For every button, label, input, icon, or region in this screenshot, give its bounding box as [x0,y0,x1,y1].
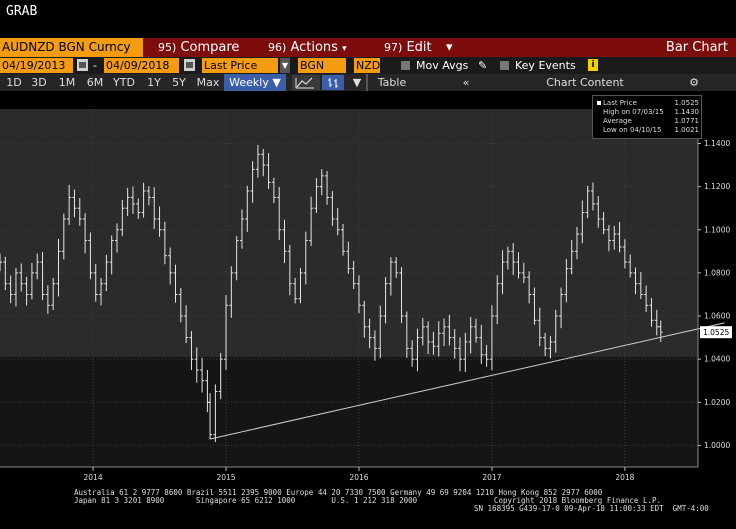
line-chart-icon[interactable] [292,75,320,90]
source-field[interactable]: BGN [298,58,346,73]
mov-avgs-label: Mov Avgs [416,59,469,72]
y-tick-label: 1.0000 [704,441,730,450]
period-3d-button[interactable]: 3D [28,74,50,91]
frequency-select[interactable]: Weekly ▼ [224,74,286,91]
price-field-select[interactable]: Last Price [202,58,278,73]
legend-row-high: High on 07/03/15 1.1430 [597,108,701,117]
legend-value: 1.0021 [674,126,700,134]
chevron-down-icon[interactable]: ▼ [350,74,364,91]
title-bar: GRAB [0,0,736,37]
last-price-marker: 1.0525 [700,326,732,339]
gear-icon[interactable]: ⚙ [684,74,704,91]
currency-field[interactable]: NZD [354,58,380,73]
line-chart-glyph [295,77,314,89]
toolbar-divider [366,74,368,91]
y-tick-label: 1.1000 [704,225,730,234]
legend-label: Low on 04/10/15 [603,126,662,134]
calendar-icon[interactable] [77,59,88,71]
frequency-label: Weekly [229,76,269,89]
chart-area: 1.0000 1.0200 1.0400 1.0600 1.0800 1.1000 1.12… [0,91,736,529]
date-separator: - [93,59,97,72]
key-events-checkbox[interactable] [500,61,509,70]
x-tick-label: 2017 [482,473,501,482]
legend-row-average: Average 1.0771 [597,117,701,126]
y-tick-label: 1.1200 [704,182,730,191]
legend-row-low: Low on 04/10/15 1.0021 [597,126,701,135]
period-1m-button[interactable]: 1M [55,74,79,91]
compare-number: 95) [158,41,177,54]
chart-legend: Last Price 1.0525 High on 07/03/15 1.143… [592,95,702,139]
period-5y-button[interactable]: 5Y [168,74,190,91]
y-tick-label: 1.1400 [704,139,730,148]
pencil-icon[interactable]: ✎ [478,58,487,73]
plot-background-upper [0,109,698,358]
period-1y-button[interactable]: 1Y [143,74,165,91]
key-events-label: Key Events [515,59,576,72]
end-date-field[interactable]: 04/09/2018 [104,58,179,73]
footer: Australia 61 2 9777 8600 Brazil 5511 239… [0,488,736,529]
chart-type-label: Bar Chart [665,40,728,55]
legend-label: Last Price [603,99,637,107]
start-date-field[interactable]: 04/19/2013 [0,58,73,73]
plot-background-lower [0,357,698,467]
footer-line-3: SN 168395 G439-17-0 09-Apr-18 11:00:33 E… [474,504,709,513]
chevron-down-icon[interactable]: ▼ [280,58,290,73]
last-price-label: 1.0525 [703,328,729,337]
legend-marker [597,101,601,105]
mov-avgs-checkbox[interactable] [401,61,410,70]
table-button[interactable]: Table [372,74,412,91]
legend-value: 1.1430 [674,108,700,116]
y-tick-label: 1.0800 [704,268,730,277]
chevron-down-icon: ▾ [342,44,347,54]
edit-label: Edit [406,40,432,55]
x-tick-label: 2014 [84,473,103,482]
edit-button[interactable]: 97) Edit [384,38,432,57]
ticker-field[interactable]: AUDNZD BGN Curncy [0,38,143,57]
y-tick-label: 1.0400 [704,355,730,364]
chevron-down-icon: ▼ [272,76,281,89]
info-icon[interactable]: i [588,59,598,71]
bar-chart-glyph [328,78,338,88]
period-6m-button[interactable]: 6M [83,74,107,91]
window-title: GRAB [6,4,38,19]
legend-value: 1.0771 [674,117,700,125]
y-tick-label: 1.0600 [704,312,730,321]
x-tick-label: 2016 [349,473,368,482]
legend-value: 1.0525 [674,99,700,107]
edit-number: 97) [384,41,403,54]
actions-label: Actions [290,40,338,55]
legend-label: Average [603,117,632,125]
compare-label: Compare [180,40,240,55]
collapse-chevron-icon[interactable]: « [452,74,480,91]
legend-row-last-price: Last Price 1.0525 [597,99,701,108]
chart-content-button[interactable]: Chart Content [540,74,630,91]
legend-label: High on 07/03/15 [603,108,664,116]
period-max-button[interactable]: Max [194,74,222,91]
compare-button[interactable]: 95) Compare [158,38,239,57]
edit-dropdown-icon[interactable]: ▾ [446,38,453,57]
x-tick-label: 2018 [615,473,634,482]
y-tick-label: 1.0200 [704,398,730,407]
actions-number: 96) [268,41,287,54]
price-chart: 1.0000 1.0200 1.0400 1.0600 1.0800 1.1000 1.12… [0,91,736,529]
period-1d-button[interactable]: 1D [3,74,25,91]
calendar-icon[interactable] [184,59,195,71]
period-ytd-button[interactable]: YTD [110,74,138,91]
x-tick-label: 2015 [216,473,235,482]
bar-chart-icon[interactable] [322,75,344,90]
actions-button[interactable]: 96) Actions ▾ [268,38,347,57]
